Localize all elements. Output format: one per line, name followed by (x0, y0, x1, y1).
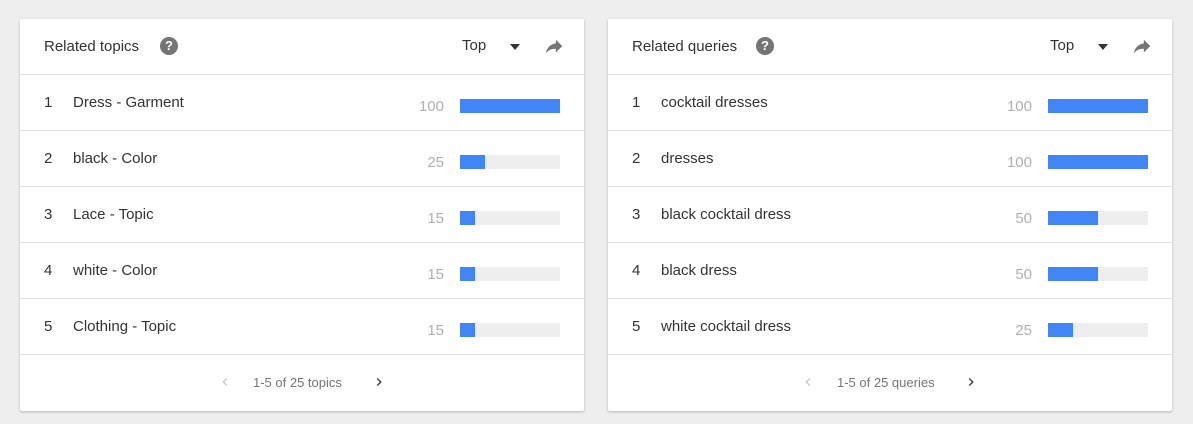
query-label[interactable]: dresses (661, 150, 714, 167)
list-item[interactable]: 4 black dress 50 (608, 243, 1172, 299)
filter-selected: Top (462, 37, 487, 54)
query-label[interactable]: black dress (661, 262, 737, 279)
query-label[interactable]: black cocktail dress (661, 206, 791, 223)
interest-value: 15 (427, 210, 444, 227)
rank-number: 4 (632, 262, 641, 279)
topic-label[interactable]: Clothing - Topic (73, 318, 176, 335)
query-label[interactable]: white cocktail dress (661, 318, 791, 335)
pagination-text: 1-5 of 25 queries (837, 375, 935, 390)
filter-dropdown[interactable]: Top (462, 37, 522, 57)
interest-bar-fill (1048, 155, 1148, 169)
topic-label[interactable]: Dress - Garment (73, 94, 184, 111)
list-item[interactable]: 5 white cocktail dress 25 (608, 299, 1172, 355)
interest-value: 25 (1015, 322, 1032, 339)
filter-selected: Top (1050, 37, 1075, 54)
filter-dropdown[interactable]: Top (1050, 37, 1110, 57)
rank-number: 2 (632, 150, 641, 167)
list-item[interactable]: 3 Lace - Topic 15 (20, 187, 584, 243)
list-item[interactable]: 1 cocktail dresses 100 (608, 75, 1172, 131)
interest-bar (460, 211, 560, 225)
help-icon[interactable]: ? (160, 37, 178, 55)
rank-number: 5 (632, 318, 641, 335)
interest-bar (460, 267, 560, 281)
list-item[interactable]: 1 Dress - Garment 100 (20, 75, 584, 131)
rank-number: 5 (44, 318, 53, 335)
card-title: Related queries (632, 38, 738, 55)
interest-value: 50 (1015, 210, 1032, 227)
topic-label[interactable]: black - Color (73, 150, 157, 167)
topic-label[interactable]: Lace - Topic (73, 206, 154, 223)
rank-number: 3 (44, 206, 53, 223)
interest-bar (1048, 211, 1148, 225)
interest-bar-fill (1048, 323, 1073, 337)
interest-value: 15 (427, 266, 444, 283)
list-item[interactable]: 3 black cocktail dress 50 (608, 187, 1172, 243)
interest-bar-fill (1048, 267, 1098, 281)
interest-bar (1048, 323, 1148, 337)
related-queries-header: Related queries ? Top (608, 19, 1172, 75)
interest-value: 100 (1006, 154, 1032, 171)
pagination: 1-5 of 25 topics (20, 355, 584, 410)
interest-bar (460, 155, 560, 169)
rank-number: 4 (44, 262, 53, 279)
list-item[interactable]: 4 white - Color 15 (20, 243, 584, 299)
topics-list: 1 Dress - Garment 100 2 black - Color 25… (20, 75, 584, 355)
pagination: 1-5 of 25 queries (608, 355, 1172, 410)
interest-bar-fill (460, 211, 475, 225)
rank-number: 3 (632, 206, 641, 223)
list-item[interactable]: 2 black - Color 25 (20, 131, 584, 187)
interest-bar (1048, 155, 1148, 169)
queries-list: 1 cocktail dresses 100 2 dresses 100 3 b… (608, 75, 1172, 355)
interest-bar-fill (460, 323, 475, 337)
rank-number: 2 (44, 150, 53, 167)
list-item[interactable]: 5 Clothing - Topic 15 (20, 299, 584, 355)
interest-bar-fill (460, 99, 560, 113)
rank-number: 1 (632, 94, 641, 111)
chevron-right-icon[interactable] (371, 374, 387, 390)
interest-value: 15 (427, 322, 444, 339)
interest-bar-fill (460, 155, 485, 169)
interest-value: 100 (418, 98, 444, 115)
help-icon[interactable]: ? (756, 37, 774, 55)
interest-bar (460, 99, 560, 113)
related-widgets: Related topics ? Top 1 Dress - Garment 1… (0, 0, 1193, 424)
interest-value: 25 (427, 154, 444, 171)
caret-down-icon (1098, 44, 1108, 50)
chevron-right-icon[interactable] (963, 374, 979, 390)
topic-label[interactable]: white - Color (73, 262, 157, 279)
interest-bar (460, 323, 560, 337)
caret-down-icon (510, 44, 520, 50)
interest-bar-fill (1048, 211, 1098, 225)
list-item[interactable]: 2 dresses 100 (608, 131, 1172, 187)
share-icon[interactable] (543, 36, 565, 58)
pagination-text: 1-5 of 25 topics (253, 375, 342, 390)
rank-number: 1 (44, 94, 53, 111)
chevron-left-icon[interactable] (800, 374, 816, 390)
related-queries-card: Related queries ? Top 1 cocktail dresses… (608, 19, 1172, 411)
related-topics-header: Related topics ? Top (20, 19, 584, 75)
card-title: Related topics (44, 38, 140, 55)
interest-value: 100 (1006, 98, 1032, 115)
query-label[interactable]: cocktail dresses (661, 94, 768, 111)
interest-bar-fill (460, 267, 475, 281)
interest-value: 50 (1015, 266, 1032, 283)
chevron-left-icon[interactable] (217, 374, 233, 390)
interest-bar (1048, 267, 1148, 281)
interest-bar-fill (1048, 99, 1148, 113)
interest-bar (1048, 99, 1148, 113)
share-icon[interactable] (1131, 36, 1153, 58)
related-topics-card: Related topics ? Top 1 Dress - Garment 1… (20, 19, 584, 411)
